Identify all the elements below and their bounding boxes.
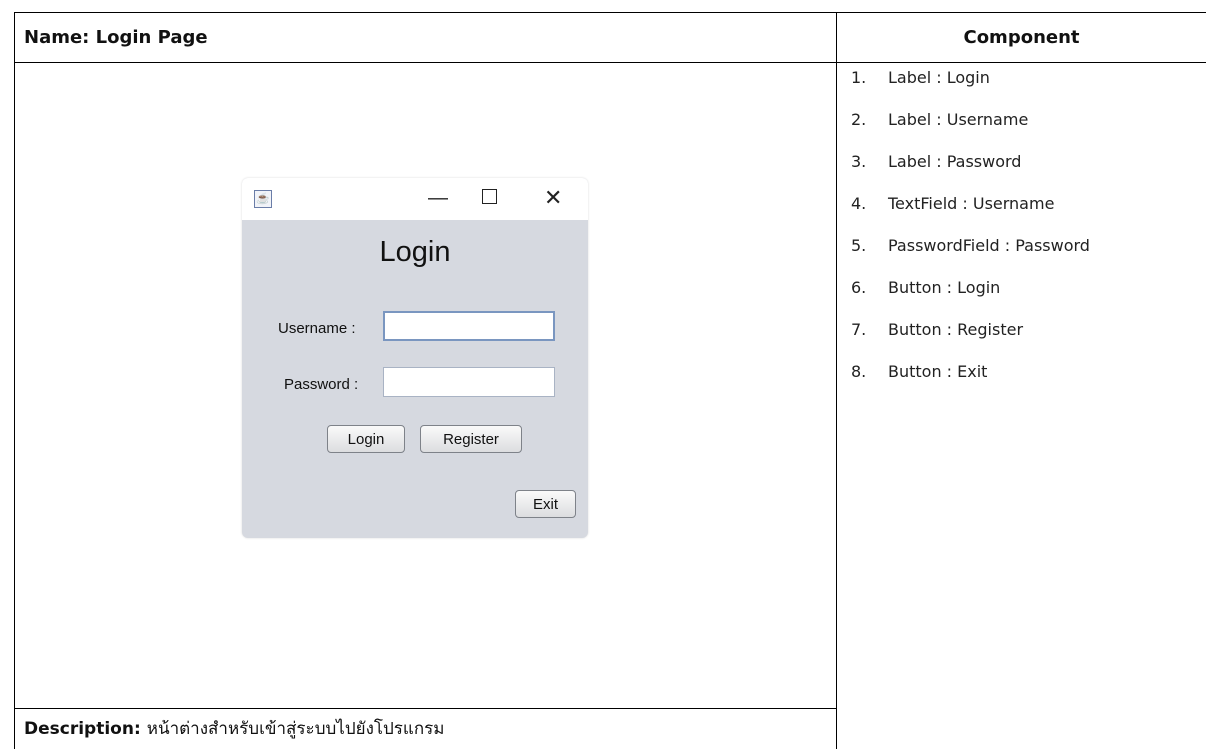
table-border-divider <box>836 12 837 749</box>
list-item: 8. Button : Exit <box>851 362 1090 404</box>
description-label: Description: <box>24 718 141 739</box>
login-window: ☕ — ✕ Login Username : Password : Login … <box>242 178 588 538</box>
close-button[interactable]: ✕ <box>544 187 562 209</box>
list-item-number: 4. <box>851 194 867 213</box>
table-border-left <box>14 12 15 749</box>
list-item-number: 7. <box>851 320 867 339</box>
list-item-text: Button : Exit <box>888 362 988 381</box>
document-table: Name: Login Page Component ☕ — ✕ Login U… <box>14 12 1206 749</box>
page-title: Name: Login Page <box>24 26 208 48</box>
login-heading: Login <box>379 236 451 268</box>
list-item-number: 5. <box>851 236 867 255</box>
list-item-number: 2. <box>851 110 867 129</box>
username-label: Username : <box>278 320 356 337</box>
login-button[interactable]: Login <box>327 425 405 453</box>
list-item-text: Label : Password <box>888 152 1022 171</box>
list-item-text: Button : Login <box>888 278 1001 297</box>
password-label: Password : <box>284 376 359 393</box>
list-item: 4. TextField : Username <box>851 194 1090 236</box>
list-item-number: 8. <box>851 362 867 381</box>
list-item-text: Label : Username <box>888 110 1029 129</box>
exit-button[interactable]: Exit <box>515 490 576 518</box>
username-input[interactable] <box>383 311 555 341</box>
list-item: 2. Label : Username <box>851 110 1090 152</box>
page-name-cell: Name: Login Page <box>14 12 836 62</box>
list-item-text: Label : Login <box>888 68 990 87</box>
list-item-number: 1. <box>851 68 867 87</box>
table-border-header <box>14 62 1206 63</box>
password-input[interactable] <box>383 367 555 397</box>
component-header: Component <box>963 26 1080 48</box>
maximize-button[interactable] <box>482 189 497 204</box>
description-text: หน้าต่างสำหรับเข้าสู่ระบบไปยังโปรแกรม <box>146 719 445 739</box>
list-item: 6. Button : Login <box>851 278 1090 320</box>
list-item-number: 6. <box>851 278 867 297</box>
list-item: 5. PasswordField : Password <box>851 236 1090 278</box>
register-button[interactable]: Register <box>420 425 522 453</box>
list-item-text: TextField : Username <box>888 194 1055 213</box>
list-item: 3. Label : Password <box>851 152 1090 194</box>
list-item: 1. Label : Login <box>851 68 1090 110</box>
list-item-number: 3. <box>851 152 867 171</box>
component-list: 1. Label : Login 2. Label : Username 3. Lab… <box>851 68 1090 404</box>
list-item-text: PasswordField : Password <box>888 236 1090 255</box>
java-icon: ☕ <box>254 190 272 208</box>
minimize-button[interactable]: — <box>428 188 448 208</box>
window-titlebar: ☕ — ✕ <box>242 178 588 220</box>
list-item-text: Button : Register <box>888 320 1024 339</box>
description-cell: Description: หน้าต่างสำหรับเข้าสู่ระบบไป… <box>14 708 836 749</box>
list-item: 7. Button : Register <box>851 320 1090 362</box>
